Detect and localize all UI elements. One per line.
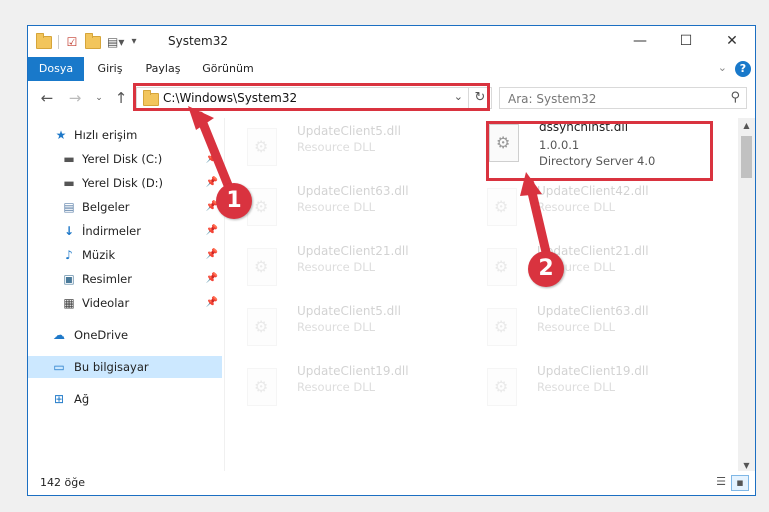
annotation-arrows — [188, 106, 551, 257]
step-2-badge: 2 — [528, 251, 564, 287]
step-1-badge: 1 — [216, 183, 252, 219]
arrow-1-head — [188, 106, 214, 130]
arrow-1-shaft — [195, 111, 235, 195]
arrow-2-head — [520, 172, 542, 196]
